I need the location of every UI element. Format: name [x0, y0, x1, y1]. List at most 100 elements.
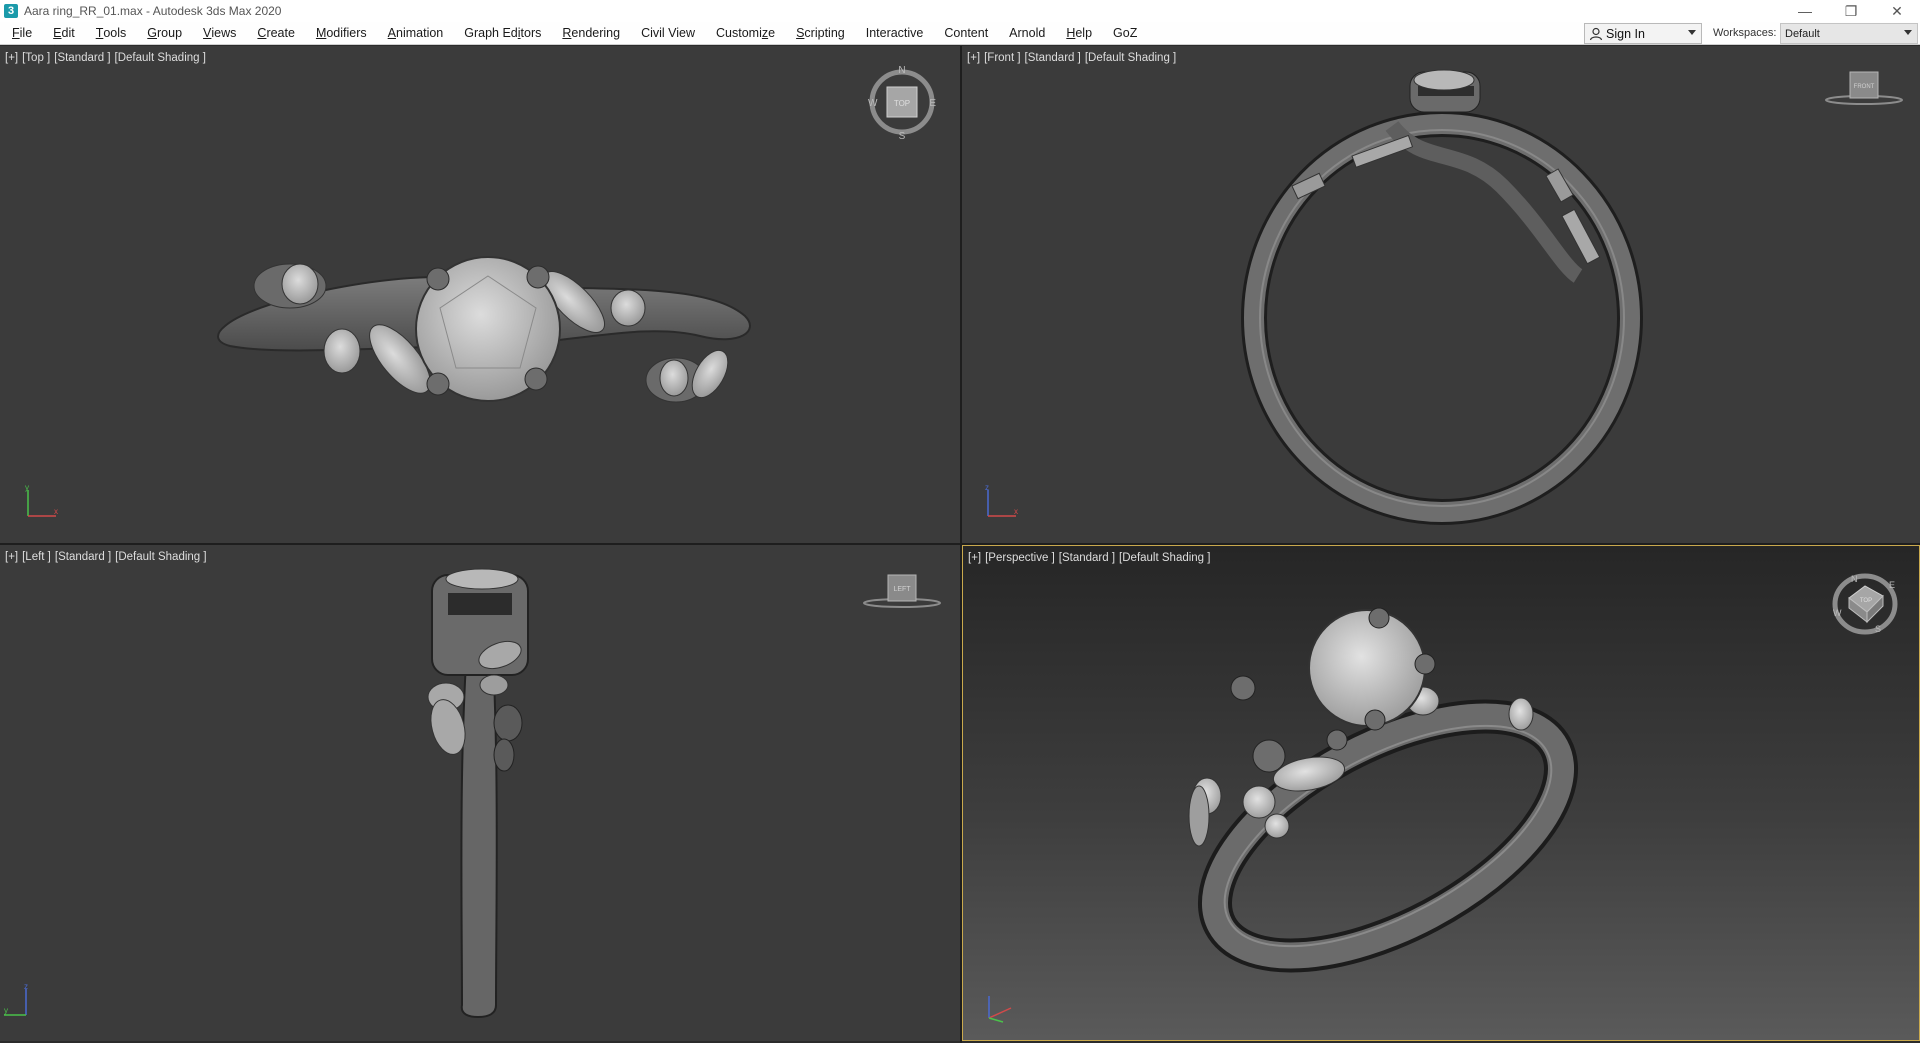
svg-text:S: S [899, 131, 906, 140]
menu-label-part: e [768, 26, 776, 40]
axis-tripod-icon: y x [25, 484, 58, 517]
svg-text:E: E [929, 98, 936, 109]
menu-content[interactable]: Content [932, 22, 997, 44]
menu-bar: File Edit Tools Group Views Create Modifiers An… [0, 22, 1920, 45]
viewport-splitter-horizontal[interactable] [0, 543, 1920, 545]
ring-model-perspective-view[interactable] [963, 546, 1920, 1041]
svg-text:N: N [1851, 574, 1858, 584]
menu-mnemonic: F [12, 26, 20, 40]
svg-text:S: S [1875, 624, 1881, 634]
viewport-top[interactable]: [+] [Top ] [Standard ] [Default Shading ] [0, 46, 960, 543]
menu-label-part: elp [1075, 26, 1093, 40]
workspaces-value: Default [1785, 28, 1820, 40]
menu-tools[interactable]: Tools [84, 22, 136, 44]
viewcube-compass-icon: TOP N E W S [1832, 573, 1898, 635]
menu-scripting[interactable]: Scripting [784, 22, 854, 44]
svg-text:y: y [4, 1006, 8, 1015]
user-icon [1589, 27, 1603, 40]
menu-label-part: tors [520, 26, 542, 40]
menu-animation[interactable]: Animation [376, 22, 453, 44]
axis-tripod-icon [988, 996, 1012, 1023]
svg-text:FRONT: FRONT [1854, 84, 1875, 90]
menu-mnemonic: T [95, 26, 104, 40]
menu-label-part: Content [944, 26, 989, 40]
menu-modifiers[interactable]: Modifiers [304, 22, 376, 44]
menu-mnemonic: R [562, 26, 572, 40]
viewcube-gizmo[interactable]: TOP N E W S [1829, 568, 1901, 638]
menu-mnemonic: H [1066, 26, 1076, 40]
svg-text:x: x [54, 507, 58, 516]
window-controls: — ❐ ✕ [1782, 0, 1920, 22]
menu-mnemonic: A [387, 26, 396, 40]
menu-mnemonic: V [203, 26, 212, 40]
svg-text:TOP: TOP [1860, 598, 1872, 604]
menu-label-part: iews [211, 26, 237, 40]
menu-group[interactable]: Group [135, 22, 191, 44]
chevron-down-icon [1688, 30, 1696, 35]
3dsmax-app-icon[interactable]: 3 [4, 4, 18, 18]
menu-graph-editors[interactable]: Graph Ed i tors [452, 22, 550, 44]
workspaces-label: Workspaces: [1713, 27, 1777, 39]
menu-mnemonic: C [257, 26, 267, 40]
svg-text:E: E [1889, 580, 1895, 590]
menu-label-part: reate [266, 26, 295, 40]
menu-civil-view[interactable]: Civil View [629, 22, 704, 44]
svg-text:z: z [24, 983, 28, 991]
svg-text:TOP: TOP [894, 99, 910, 108]
viewcube-gizmo[interactable]: FRONT [1824, 68, 1904, 108]
menu-label-part: Civil View [641, 26, 696, 40]
menu-mnemonic: G [147, 26, 158, 40]
svg-text:x: x [1014, 507, 1018, 516]
menu-label-part: GoZ [1113, 26, 1138, 40]
menu-views[interactable]: Views [191, 22, 245, 44]
menu-help[interactable]: Help [1054, 22, 1101, 44]
menu-goz[interactable]: GoZ [1101, 22, 1146, 44]
viewcube-gizmo[interactable]: LEFT [862, 571, 942, 611]
menu-label-part: Graph Ed [464, 26, 518, 40]
viewcube-icon: LEFT [863, 574, 941, 608]
ring-model-front-view[interactable] [962, 46, 1920, 543]
ring-model-left-view[interactable] [0, 545, 960, 1041]
viewport-perspective[interactable]: [+] [Perspective ] [Standard ] [Default Sha… [962, 545, 1920, 1041]
chevron-down-icon [1904, 30, 1912, 35]
axis-tripod-icon: z x [985, 484, 1018, 517]
menu-label-part: roup [157, 26, 183, 40]
svg-text:y: y [25, 484, 29, 492]
viewport-left[interactable]: [+] [Left ] [Standard ] [Default Shading ] … [0, 545, 960, 1041]
menu-label-part: nimation [396, 26, 444, 40]
menu-create[interactable]: Create [245, 22, 304, 44]
minimize-button[interactable]: — [1782, 0, 1828, 22]
menu-arnold[interactable]: Arnold [997, 22, 1054, 44]
viewport-front[interactable]: [+] [Front ] [Standard ] [Default Shading ]… [962, 46, 1920, 543]
window-title: Aara ring_RR_01.max - Autodesk 3ds Max 2… [24, 4, 282, 18]
menu-label-part: cripting [804, 26, 845, 40]
menu-label-part: endering [571, 26, 621, 40]
menu-label-part: ools [103, 26, 127, 40]
menu-edit[interactable]: Edit [41, 22, 84, 44]
menu-label-part: Customi [716, 26, 762, 40]
viewcube-compass-icon: TOP N S E W [868, 65, 936, 142]
workspaces-select[interactable]: Default [1780, 23, 1918, 44]
axis-tripod-icon: z y [4, 983, 28, 1016]
menu-mnemonic: M [315, 26, 327, 40]
svg-text:W: W [868, 98, 878, 109]
menu-customize[interactable]: Customi z e [704, 22, 784, 44]
menu-file[interactable]: File [0, 22, 41, 44]
menu-items: File Edit Tools Group Views Create Modifiers An… [0, 22, 1146, 44]
menu-label-part: Arnold [1009, 26, 1046, 40]
menu-interactive[interactable]: Interactive [854, 22, 933, 44]
ring-model-top-view[interactable] [0, 46, 960, 543]
restore-button[interactable]: ❐ [1828, 0, 1874, 22]
svg-text:W: W [1833, 608, 1842, 618]
sign-in-dropdown[interactable]: Sign In [1584, 23, 1702, 44]
menu-label-part: dit [61, 26, 75, 40]
title-bar: 3 Aara ring_RR_01.max - Autodesk 3ds Max… [0, 0, 1920, 22]
svg-text:z: z [985, 484, 989, 492]
sign-in-label: Sign In [1606, 26, 1645, 41]
menu-rendering[interactable]: Rendering [550, 22, 629, 44]
menu-label-part: ile [19, 26, 33, 40]
menu-label-part: Interactive [865, 26, 924, 40]
close-button[interactable]: ✕ [1874, 0, 1920, 22]
viewcube-icon: FRONT [1825, 71, 1903, 105]
viewcube-gizmo[interactable]: TOP N S E W [866, 64, 938, 142]
